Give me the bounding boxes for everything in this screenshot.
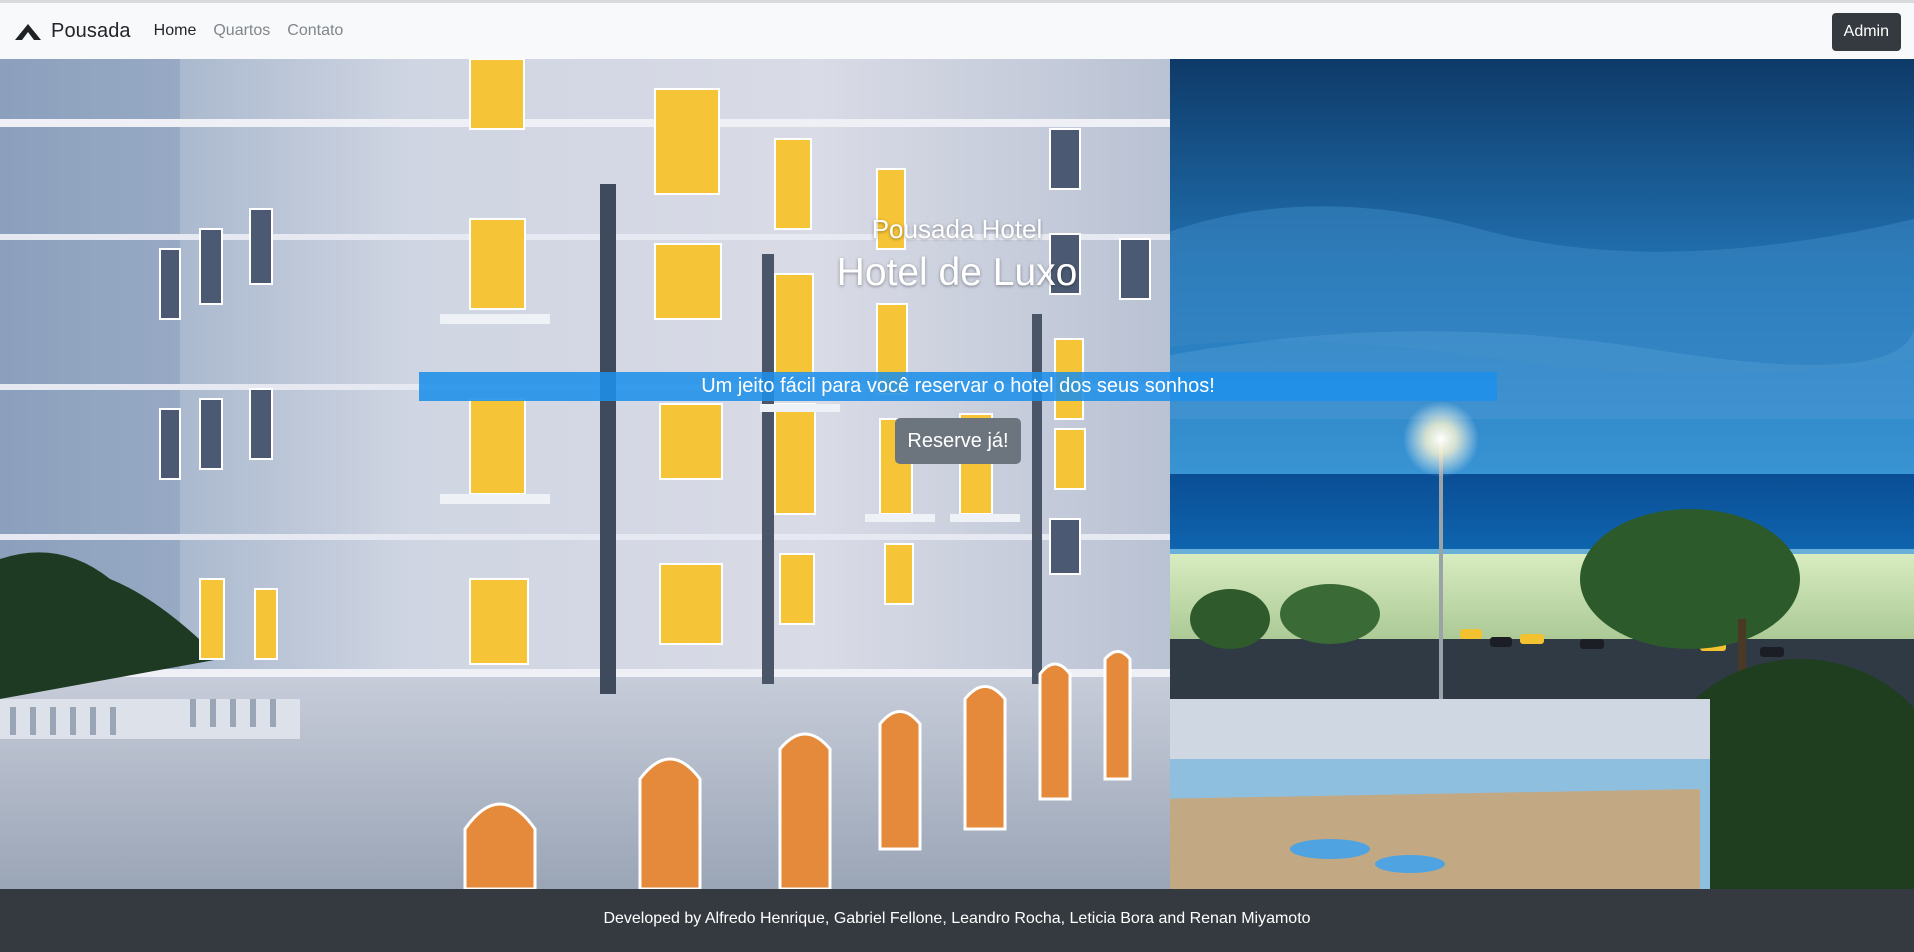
hero-section: Pousada Hotel Hotel de Luxo Um jeito fác…	[0, 59, 1914, 889]
hero-tagline: Um jeito fácil para você reservar o hote…	[419, 372, 1497, 401]
hero-title: Hotel de Luxo	[836, 251, 1078, 294]
hero-subtitle: Pousada Hotel	[871, 214, 1043, 244]
top-navbar: Pousada Home Quartos Contato Admin	[0, 0, 1914, 59]
nav-link-quartos[interactable]: Quartos	[213, 22, 270, 40]
brand-link[interactable]: Pousada	[14, 20, 131, 43]
footer: Developed by Alfredo Henrique, Gabriel F…	[0, 889, 1914, 952]
footer-credits: Developed by Alfredo Henrique, Gabriel F…	[603, 910, 1311, 927]
admin-button[interactable]: Admin	[1831, 13, 1901, 51]
nav-links: Home Quartos Contato	[154, 22, 361, 40]
nav-link-contato[interactable]: Contato	[287, 22, 343, 40]
hero-heading-group: Pousada Hotel Hotel de Luxo	[0, 214, 1914, 295]
nav-link-home[interactable]: Home	[154, 22, 197, 40]
logo-icon	[15, 24, 41, 40]
reserve-button[interactable]: Reserve já!	[895, 418, 1021, 464]
brand-name: Pousada	[51, 19, 131, 42]
hotel-background-image	[0, 59, 1914, 889]
